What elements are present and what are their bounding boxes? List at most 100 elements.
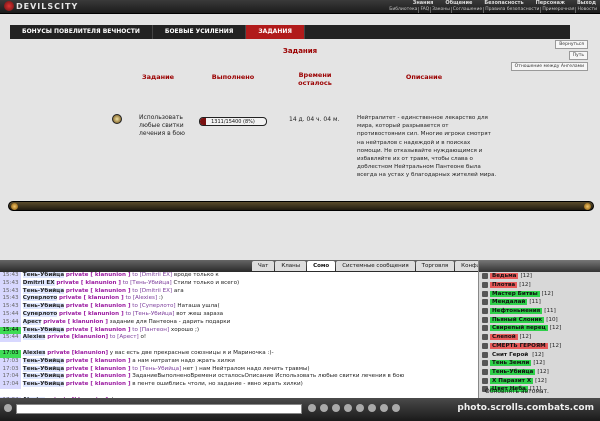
online-user[interactable]: Снит Герой [12] — [479, 350, 600, 359]
chat-input[interactable] — [16, 404, 302, 414]
online-user[interactable]: Нефтоньмения [11] — [479, 307, 600, 316]
subnav-news[interactable]: Новости — [575, 7, 598, 13]
user-name[interactable]: Плотва — [490, 282, 518, 289]
message-text: вот жеш зараза — [176, 310, 224, 317]
online-user[interactable]: Тень-Убийца [12] — [479, 368, 600, 377]
user-info-icon[interactable] — [482, 377, 488, 384]
user-name[interactable]: Тень Земли — [490, 360, 532, 367]
online-user[interactable]: Слепой [12] — [479, 333, 600, 342]
online-user[interactable]: СМЕРТЬ ГЕРОЯМ [12] — [479, 342, 600, 351]
filter-icon[interactable] — [344, 404, 352, 412]
send-icon[interactable] — [308, 404, 316, 412]
user-name[interactable]: Мастер Битвы — [490, 290, 540, 297]
user-name[interactable]: Мендалай — [490, 299, 528, 306]
message-recipient[interactable]: to [Тень-Убийца] — [123, 280, 172, 286]
user-info-icon[interactable] — [482, 342, 488, 349]
message-author[interactable]: Суперлото — [22, 310, 58, 317]
nav-communication[interactable]: Общение — [445, 0, 472, 7]
online-user[interactable]: Мендалай [11] — [479, 298, 600, 307]
message-author[interactable]: Тень-Убийца — [22, 373, 65, 380]
message-author[interactable]: Тень-Убийца — [22, 303, 65, 310]
message-recipient[interactable]: to [Dmitrii EX] — [132, 288, 172, 294]
message-author[interactable]: Alexies — [22, 334, 46, 341]
tab-eternity-bonuses[interactable]: БОНУСЫ ПОВЕЛИТЕЛЯ ВЕЧНОСТИ — [10, 25, 153, 39]
scroll-lock-icon[interactable] — [380, 404, 388, 412]
chat-log[interactable]: 15:43 Тень-Убийца private [ klanunion ] … — [0, 272, 478, 398]
subnav-fitting-room[interactable]: Примерочная — [540, 7, 575, 13]
message-recipient[interactable]: to [Тень-Убийца] — [132, 366, 181, 372]
message-author[interactable]: Суперлото — [22, 295, 58, 302]
user-name[interactable]: Тень-Убийца — [490, 368, 536, 375]
chat-tab-system[interactable]: Системные сообщения — [336, 261, 415, 271]
user-name[interactable]: Свирепый перец — [490, 325, 548, 332]
user-name[interactable]: Пьяный Слоник — [490, 316, 545, 323]
message-author[interactable]: Тень-Убийца — [22, 272, 65, 278]
user-info-icon[interactable] — [482, 368, 488, 375]
chat-tab-trade[interactable]: Торговля — [415, 261, 455, 271]
user-info-icon[interactable] — [482, 351, 488, 358]
refresh-icon[interactable] — [392, 404, 400, 412]
online-user[interactable]: Свирепый перец [12] — [479, 324, 600, 333]
message-recipient[interactable]: to [Арест] — [110, 334, 139, 340]
sound-icon[interactable] — [368, 404, 376, 412]
chat-tab-somo[interactable]: Сомо — [307, 261, 336, 271]
user-name[interactable]: Нефтоньмения — [490, 308, 543, 315]
tab-combat-boosts[interactable]: БОЕВЫЕ УСИЛЕНИЯ — [153, 25, 247, 39]
message-recipient[interactable]: to [Dmitrii EX] — [132, 272, 172, 278]
online-user[interactable]: Ведьма [12] — [479, 272, 600, 281]
message-recipient[interactable]: to [Суперлото] — [132, 303, 175, 309]
back-button[interactable]: Вернуться — [555, 40, 588, 49]
message-author[interactable]: Тень-Убийца — [22, 357, 65, 364]
path-button[interactable]: Путь — [568, 51, 588, 60]
user-info-icon[interactable] — [482, 325, 488, 332]
chat-tab-clans[interactable]: Кланы — [275, 261, 307, 271]
subnav-faq[interactable]: FAQ — [418, 7, 430, 13]
user-name[interactable]: Ведьма — [490, 273, 519, 280]
user-info-icon[interactable] — [482, 290, 488, 297]
user-info-icon[interactable] — [482, 334, 488, 341]
translit-icon[interactable] — [356, 404, 364, 412]
subnav-agreement[interactable]: Соглашение — [450, 7, 483, 13]
message-author[interactable]: Тень-Убийца — [22, 326, 65, 333]
message-author[interactable]: Dmitrii EX — [22, 279, 55, 286]
online-user[interactable]: Пьяный Слоник [10] — [479, 315, 600, 324]
subnav-laws[interactable]: Законы — [430, 7, 451, 13]
subnav-security-rules[interactable]: Правила безопасности — [483, 7, 540, 13]
user-info-icon[interactable] — [482, 299, 488, 306]
nav-exit[interactable]: Выход — [577, 0, 596, 7]
message-author[interactable]: Арест — [22, 318, 42, 325]
subnav-library[interactable]: Библиотека — [388, 7, 418, 13]
side-links: Вернуться Путь Отношение между Ангелами — [510, 40, 588, 71]
online-user[interactable]: Х Паразит Х [12] — [479, 376, 600, 385]
nav-character[interactable]: Персонаж — [536, 0, 565, 7]
online-user[interactable]: Мастер Битвы [12] — [479, 289, 600, 298]
message-author[interactable]: Тень-Убийца — [22, 365, 65, 372]
user-info-icon[interactable] — [482, 282, 488, 289]
tab-quests[interactable]: ЗАДАНИЯ — [246, 25, 305, 39]
user-info-icon[interactable] — [482, 360, 488, 367]
user-info-icon[interactable] — [482, 273, 488, 280]
angels-relation-button[interactable]: Отношение между Ангелами — [510, 62, 588, 71]
chat-settings-icon[interactable] — [4, 404, 12, 412]
user-name[interactable]: Слепой — [490, 334, 518, 341]
message-recipient[interactable]: to [Пантеон] — [132, 327, 169, 333]
nav-security[interactable]: Безопасность — [484, 0, 523, 7]
clear-icon[interactable] — [332, 404, 340, 412]
message-recipient[interactable]: to [Тень-Убийца] — [125, 311, 174, 317]
user-info-icon[interactable] — [482, 308, 488, 315]
user-info-icon[interactable] — [482, 316, 488, 323]
message-author[interactable]: Alexies — [22, 349, 46, 356]
user-name[interactable]: Х Паразит Х — [490, 377, 534, 384]
auto-refresh-label[interactable]: Обновлять автомат. — [485, 388, 549, 395]
chat-tab-chat[interactable]: Чат — [252, 261, 275, 271]
smile-icon[interactable] — [320, 404, 328, 412]
user-name[interactable]: Снит Герой — [490, 351, 531, 358]
online-user[interactable]: Плотва [12] — [479, 281, 600, 290]
message-recipient[interactable]: to [Alexies] — [125, 295, 157, 301]
message-author[interactable]: Тень-Убийца — [22, 287, 65, 294]
nav-knowledge[interactable]: Знания — [413, 0, 434, 7]
online-user[interactable]: Тень Земли [12] — [479, 359, 600, 368]
logo[interactable]: DEVILSCITY — [4, 1, 78, 11]
user-name[interactable]: СМЕРТЬ ГЕРОЯМ — [490, 342, 548, 349]
message-author[interactable]: Тень-Убийца — [22, 381, 65, 388]
